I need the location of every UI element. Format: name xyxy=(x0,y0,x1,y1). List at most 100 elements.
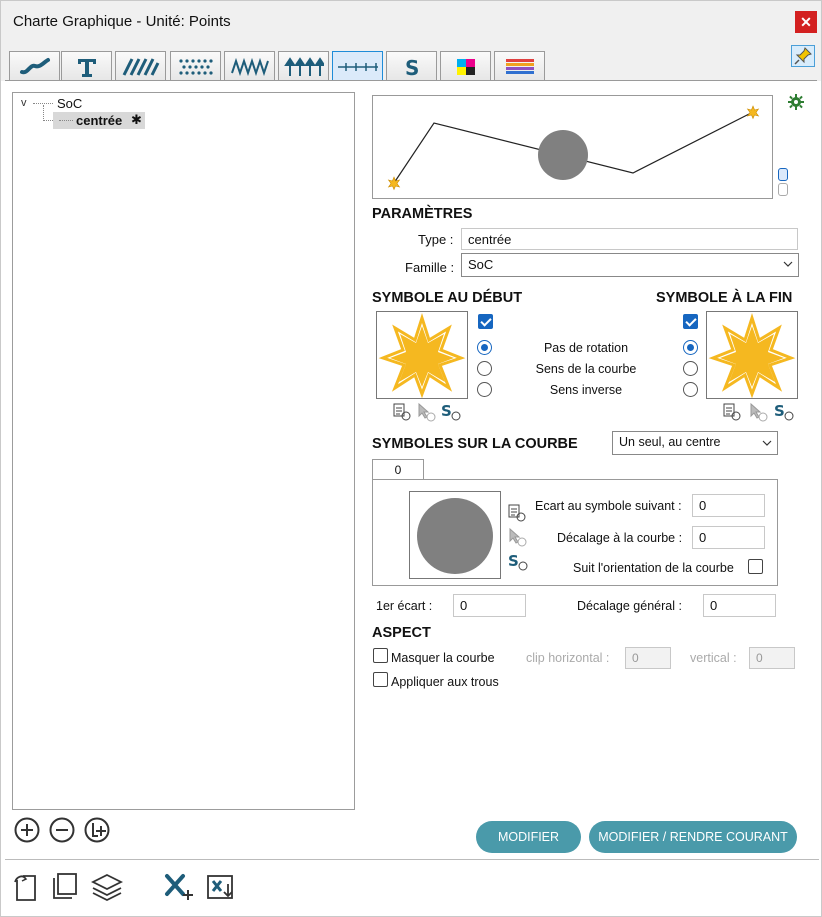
gradient-stripes-icon xyxy=(505,58,534,74)
hide-curve-checkbox[interactable] xyxy=(373,648,388,663)
vertical-input[interactable]: 0 xyxy=(749,647,795,669)
follow-orientation-label: Suit l'orientation de la courbe xyxy=(573,561,734,575)
tab-text[interactable] xyxy=(61,51,112,81)
family-select-value: SoC xyxy=(468,257,494,272)
import-button[interactable] xyxy=(9,871,41,903)
cursor-refresh-icon[interactable] xyxy=(416,402,436,425)
modify-make-current-button[interactable]: MODIFIER / RENDRE COURANT xyxy=(589,821,797,853)
clip-horizontal-label: clip horizontal : xyxy=(526,651,610,665)
svg-text:S: S xyxy=(508,552,519,570)
tab-symbols-line[interactable] xyxy=(332,51,383,81)
dot-pattern-icon xyxy=(178,58,213,75)
zigzag-icon xyxy=(230,57,269,76)
s-refresh-icon[interactable]: S xyxy=(440,401,462,424)
general-offset-label: Décalage général : xyxy=(577,599,682,613)
start-symbol-checkbox[interactable] xyxy=(478,314,493,329)
arrows-pattern-icon xyxy=(283,56,324,76)
offset-input[interactable]: 0 xyxy=(692,526,765,549)
add-child-icon xyxy=(84,817,110,843)
end-curve-direction-radio[interactable] xyxy=(683,361,698,376)
end-symbol-preview[interactable] xyxy=(706,311,798,399)
start-symbol-preview[interactable] xyxy=(376,311,468,399)
tools-add-button[interactable] xyxy=(163,871,195,903)
document-refresh-icon[interactable] xyxy=(392,402,412,425)
vertical-label: vertical : xyxy=(690,651,737,665)
export-file-icon xyxy=(207,875,233,899)
curve-symbols-mode-select[interactable]: Un seul, au centre xyxy=(612,431,778,455)
end-no-rotation-radio[interactable] xyxy=(683,340,698,355)
preview-toggle-bottom[interactable] xyxy=(778,183,788,196)
general-offset-input[interactable]: 0 xyxy=(703,594,776,617)
tab-pattern[interactable] xyxy=(170,51,221,81)
end-reverse-radio[interactable] xyxy=(683,382,698,397)
dialog-window: Charte Graphique - Unité: Points ✕ S v S… xyxy=(0,0,822,917)
add-child-button[interactable] xyxy=(81,814,113,846)
bottom-divider xyxy=(5,859,819,860)
window-title: Charte Graphique - Unité: Points xyxy=(13,13,231,30)
family-label: Famille : xyxy=(405,260,455,275)
s-letter-icon: S xyxy=(405,56,419,78)
cmyk-icon xyxy=(456,58,475,75)
pin-button[interactable] xyxy=(791,45,815,67)
follow-orientation-checkbox[interactable] xyxy=(748,559,763,574)
curve-direction-label: Sens de la courbe xyxy=(535,362,637,376)
gap-input[interactable]: 0 xyxy=(692,494,765,517)
document-refresh-icon[interactable] xyxy=(722,402,742,425)
curve-preview xyxy=(372,95,773,199)
start-reverse-radio[interactable] xyxy=(477,382,492,397)
tab-hatch[interactable] xyxy=(115,51,166,81)
preview-toggle-top[interactable] xyxy=(778,168,788,181)
tab-zigzag[interactable] xyxy=(224,51,275,81)
tab-colors[interactable] xyxy=(440,51,491,81)
start-no-rotation-radio[interactable] xyxy=(477,340,492,355)
apply-holes-checkbox[interactable] xyxy=(373,672,388,687)
family-select[interactable]: SoC xyxy=(461,253,799,277)
aspect-heading: ASPECT xyxy=(372,625,431,641)
tab-curve[interactable] xyxy=(9,51,60,81)
chevron-down-icon[interactable]: v xyxy=(21,97,27,109)
s-refresh-icon[interactable]: S xyxy=(773,401,795,424)
remove-button[interactable] xyxy=(46,814,78,846)
end-symbol-checkbox[interactable] xyxy=(683,314,698,329)
tree-panel: v SoC centrée ✱ xyxy=(12,92,355,810)
chevron-down-icon[interactable] xyxy=(782,258,794,273)
tab-s-style[interactable]: S xyxy=(386,51,437,81)
cursor-refresh-icon[interactable] xyxy=(507,527,527,550)
tab-gradient[interactable] xyxy=(494,51,545,81)
tools-add-icon xyxy=(165,874,193,900)
type-input[interactable]: centrée xyxy=(461,228,798,250)
asterisk-icon: ✱ xyxy=(131,112,142,127)
document-refresh-icon[interactable] xyxy=(507,503,527,526)
tree-root-item[interactable]: SoC xyxy=(57,96,82,111)
cursor-refresh-icon[interactable] xyxy=(748,402,768,425)
layers-button[interactable] xyxy=(91,871,123,903)
preview-symbol xyxy=(538,130,588,180)
curve-icon xyxy=(19,57,50,74)
curve-symbols-heading: SYMBOLES SUR LA COURBE xyxy=(372,436,578,452)
text-t-icon xyxy=(77,58,96,77)
chevron-down-icon[interactable] xyxy=(761,437,773,452)
close-button[interactable]: ✕ xyxy=(795,11,817,33)
minus-circle-icon xyxy=(49,817,75,843)
first-gap-input[interactable]: 0 xyxy=(453,594,526,617)
start-curve-direction-radio[interactable] xyxy=(477,361,492,376)
gear-icon[interactable] xyxy=(787,93,805,114)
hatch-icon xyxy=(122,57,159,76)
s-refresh-icon[interactable]: S xyxy=(507,551,529,574)
apply-holes-label: Appliquer aux trous xyxy=(391,675,499,689)
offset-label: Décalage à la courbe : xyxy=(557,531,683,545)
modify-button[interactable]: MODIFIER xyxy=(476,821,581,853)
export-button[interactable] xyxy=(205,871,237,903)
svg-text:S: S xyxy=(441,402,452,420)
preview-canvas xyxy=(387,105,760,191)
symbol-tab-0[interactable]: 0 xyxy=(372,459,424,480)
clip-horizontal-input[interactable]: 0 xyxy=(625,647,671,669)
add-button[interactable] xyxy=(11,814,43,846)
start-symbol-heading: SYMBOLE AU DÉBUT xyxy=(372,290,523,306)
copy-button[interactable] xyxy=(49,871,81,903)
end-symbol-heading: SYMBOLE À LA FIN xyxy=(656,290,793,306)
tree-child-label: centrée xyxy=(76,113,123,128)
curve-symbol-preview[interactable] xyxy=(409,491,501,579)
copy-pages-icon xyxy=(53,873,77,899)
tab-arrows[interactable] xyxy=(278,51,329,81)
